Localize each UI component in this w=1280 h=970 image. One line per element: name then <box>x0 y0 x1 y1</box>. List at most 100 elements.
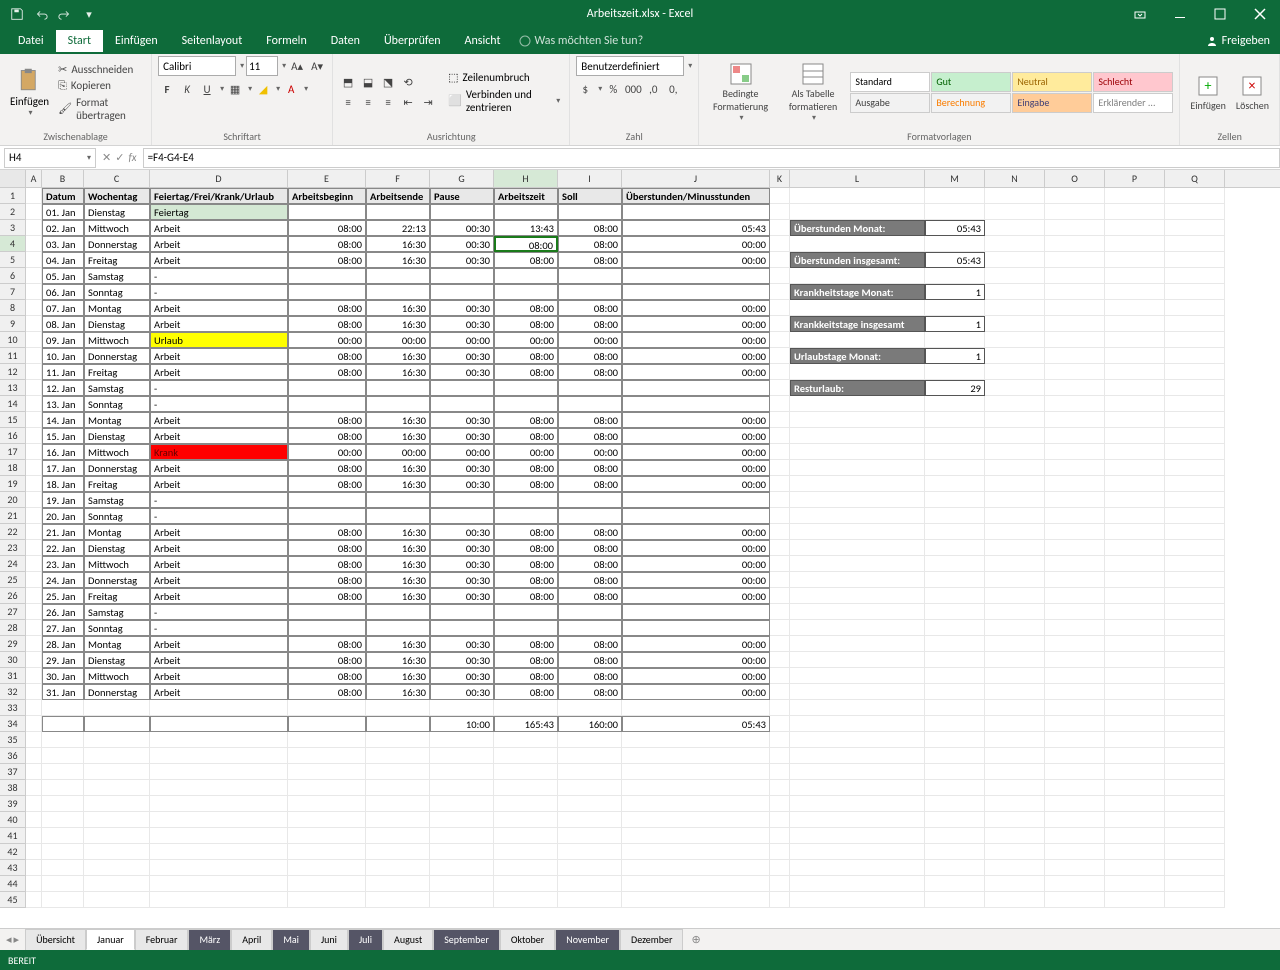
cell[interactable]: 00:00 <box>430 332 494 348</box>
cell[interactable] <box>770 492 790 508</box>
cell[interactable]: 165:43 <box>494 716 558 732</box>
cell[interactable] <box>770 332 790 348</box>
cell[interactable] <box>288 764 366 780</box>
cell[interactable] <box>1045 268 1105 284</box>
cell[interactable] <box>1045 876 1105 892</box>
cell[interactable]: 26. Jan <box>42 604 84 620</box>
cell[interactable]: Dienstag <box>84 540 150 556</box>
font-name-input[interactable] <box>158 56 236 76</box>
cell[interactable] <box>1105 348 1165 364</box>
cell[interactable] <box>366 396 430 412</box>
cell[interactable] <box>288 508 366 524</box>
cell[interactable] <box>1105 428 1165 444</box>
cell[interactable] <box>42 764 84 780</box>
cell[interactable] <box>985 396 1045 412</box>
cell[interactable] <box>985 876 1045 892</box>
row-header[interactable]: 41 <box>0 828 26 844</box>
cell[interactable] <box>366 828 430 844</box>
cell[interactable] <box>558 812 622 828</box>
row-header[interactable]: 8 <box>0 300 26 316</box>
menu-ueberpruefen[interactable]: Überprüfen <box>372 30 453 52</box>
cell[interactable] <box>1045 444 1105 460</box>
cell[interactable] <box>985 268 1045 284</box>
column-header[interactable]: G <box>430 170 494 187</box>
cell[interactable] <box>925 620 985 636</box>
cell[interactable] <box>430 284 494 300</box>
cell[interactable] <box>770 444 790 460</box>
border-button[interactable]: ▦ <box>226 80 244 98</box>
cell[interactable] <box>150 780 288 796</box>
cell[interactable]: Mittwoch <box>84 220 150 236</box>
style-cell[interactable]: Eingabe <box>1012 93 1092 113</box>
sheet-tab[interactable]: Juni <box>310 929 348 950</box>
row-header[interactable]: 5 <box>0 252 26 268</box>
currency-icon[interactable]: $ <box>576 80 594 98</box>
cell[interactable]: Arbeit <box>150 236 288 252</box>
cell[interactable] <box>494 764 558 780</box>
align-right-icon[interactable]: ≡ <box>379 93 397 111</box>
cell[interactable]: Urlaub <box>150 332 288 348</box>
cell[interactable] <box>622 380 770 396</box>
ribbon-options-icon[interactable] <box>1120 0 1160 28</box>
cell[interactable] <box>985 300 1045 316</box>
cell[interactable] <box>1165 236 1225 252</box>
cell[interactable]: 08:00 <box>288 684 366 700</box>
cell[interactable] <box>925 476 985 492</box>
cell[interactable] <box>26 220 42 236</box>
cell[interactable]: Montag <box>84 636 150 652</box>
cell[interactable] <box>985 812 1045 828</box>
cell[interactable]: Arbeit <box>150 252 288 268</box>
cell[interactable]: Arbeit <box>150 540 288 556</box>
fill-color-button[interactable]: ◢ <box>254 80 272 98</box>
cell[interactable] <box>366 764 430 780</box>
cell[interactable]: 01. Jan <box>42 204 84 220</box>
cell[interactable]: - <box>150 492 288 508</box>
cell[interactable]: 06. Jan <box>42 284 84 300</box>
number-format-select[interactable] <box>576 56 684 76</box>
cell[interactable] <box>790 620 925 636</box>
cell[interactable] <box>622 508 770 524</box>
cell[interactable] <box>790 556 925 572</box>
cell[interactable]: Dienstag <box>84 204 150 220</box>
align-left-icon[interactable]: ≡ <box>339 93 357 111</box>
cell[interactable] <box>430 380 494 396</box>
cell[interactable]: 00:30 <box>430 316 494 332</box>
cell[interactable] <box>494 828 558 844</box>
cell[interactable]: Urlaubstage Monat: <box>790 348 925 364</box>
column-header[interactable]: K <box>770 170 790 187</box>
cell[interactable]: 10. Jan <box>42 348 84 364</box>
cell[interactable] <box>26 284 42 300</box>
shrink-font-icon[interactable]: A▾ <box>308 57 326 75</box>
cell[interactable]: Mittwoch <box>84 668 150 684</box>
cell[interactable]: Feiertag <box>150 204 288 220</box>
cell[interactable]: 00:00 <box>622 444 770 460</box>
cell[interactable] <box>26 348 42 364</box>
cell[interactable] <box>1045 364 1105 380</box>
cell[interactable] <box>430 828 494 844</box>
cell[interactable] <box>770 796 790 812</box>
cell[interactable] <box>770 604 790 620</box>
cell[interactable] <box>985 652 1045 668</box>
cell[interactable]: 08:00 <box>494 476 558 492</box>
orientation-icon[interactable]: ⟲ <box>399 73 417 91</box>
cell[interactable]: 08:00 <box>494 348 558 364</box>
tab-nav-first-icon[interactable]: ◂ <box>6 933 12 946</box>
cell[interactable]: 00:30 <box>430 652 494 668</box>
cell[interactable]: 00:00 <box>366 332 430 348</box>
cell[interactable] <box>925 364 985 380</box>
cell[interactable] <box>1045 332 1105 348</box>
cell[interactable] <box>288 732 366 748</box>
cell[interactable] <box>1045 604 1105 620</box>
row-header[interactable]: 24 <box>0 556 26 572</box>
cell[interactable]: Arbeitsende <box>366 188 430 204</box>
cell[interactable] <box>925 684 985 700</box>
cell[interactable]: 08:00 <box>288 572 366 588</box>
cell[interactable] <box>925 780 985 796</box>
cell[interactable] <box>494 604 558 620</box>
cell[interactable] <box>558 620 622 636</box>
cell[interactable] <box>494 380 558 396</box>
cell[interactable] <box>770 764 790 780</box>
cell[interactable]: 16:30 <box>366 236 430 252</box>
cell[interactable] <box>42 828 84 844</box>
cell[interactable] <box>1105 620 1165 636</box>
